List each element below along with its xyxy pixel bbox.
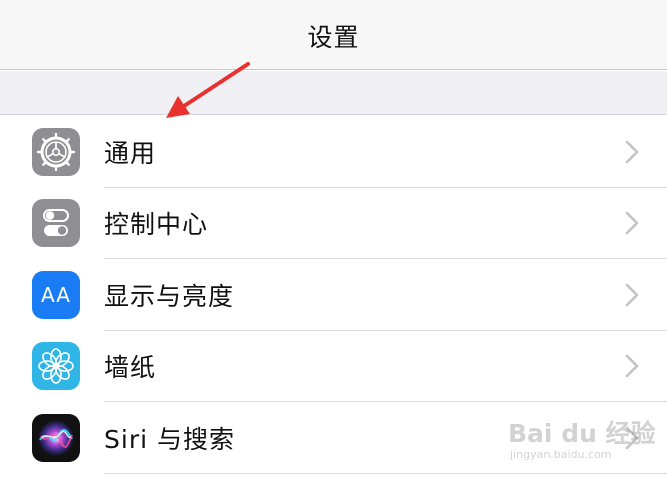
flower-icon bbox=[32, 342, 80, 391]
settings-row-wallpaper[interactable]: 墙纸 bbox=[0, 330, 667, 402]
baidu-watermark: Bai du 经验 jingyan.baidu.com bbox=[508, 404, 664, 470]
chevron-right-icon bbox=[625, 354, 639, 378]
settings-row-label: 控制中心 bbox=[104, 210, 209, 240]
text-size-glyph: AA bbox=[41, 282, 71, 307]
section-gap bbox=[0, 71, 667, 115]
settings-row-general[interactable]: 通用 bbox=[0, 116, 667, 188]
toggles-icon bbox=[32, 199, 80, 248]
gear-icon bbox=[32, 127, 80, 176]
chevron-right-icon bbox=[625, 211, 639, 235]
settings-row-display-brightness[interactable]: AA 显示与亮度 bbox=[0, 259, 667, 331]
watermark-logo-text: Bai du 经验 bbox=[508, 419, 656, 448]
settings-row-label: 墙纸 bbox=[104, 353, 157, 383]
settings-row-label: 通用 bbox=[104, 138, 157, 168]
settings-row-label: Siri 与搜索 bbox=[104, 424, 235, 454]
chevron-right-icon bbox=[625, 140, 639, 164]
text-size-icon: AA bbox=[32, 270, 80, 319]
watermark-url-text: jingyan.baidu.com bbox=[510, 448, 612, 461]
settings-row-label: 显示与亮度 bbox=[104, 281, 235, 311]
navigation-bar: 设置 bbox=[0, 0, 667, 70]
siri-icon bbox=[32, 413, 80, 462]
chevron-right-icon bbox=[625, 283, 639, 307]
settings-row-control-center[interactable]: 控制中心 bbox=[0, 187, 667, 259]
page-title: 设置 bbox=[307, 22, 360, 52]
